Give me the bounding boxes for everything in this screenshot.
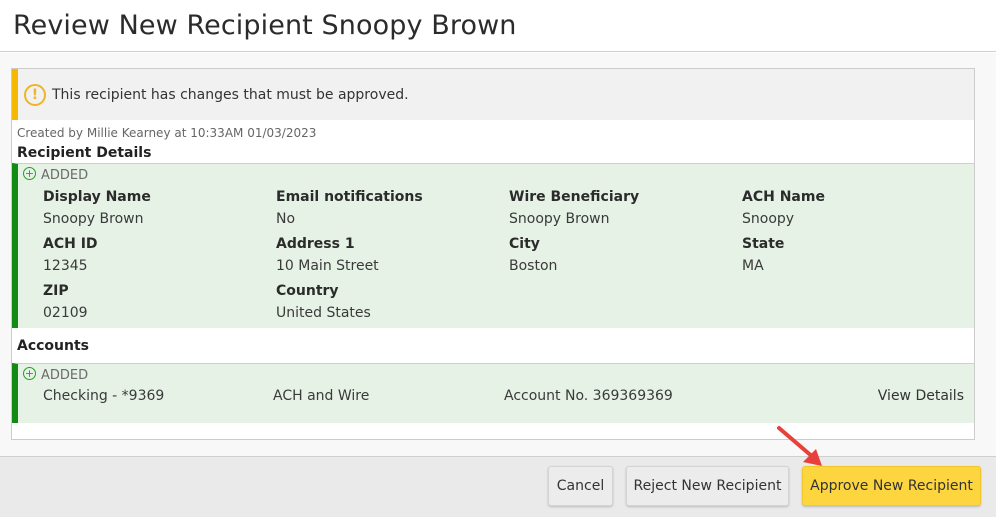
field-zip: ZIP 02109 [43,280,276,327]
field-display-name: Display Name Snoopy Brown [43,186,276,233]
accounts-title: Accounts [17,337,90,354]
account-row: Checking - *9369 ACH and Wire Account No… [18,386,974,410]
action-footer: Cancel Reject New Recipient Approve New … [0,456,996,517]
content-area: ! This recipient has changes that must b… [0,53,996,456]
recipient-details-block: + ADDED Display Name Snoopy Brown Email … [12,163,974,328]
field-value: No [276,211,296,227]
field-label: State [742,236,785,252]
page-title: Review New Recipient Snoopy Brown [13,10,517,41]
field-address-1: Address 1 10 Main Street [276,233,509,280]
field-label: Display Name [43,189,151,205]
account-item: + ADDED Checking - *9369 ACH and Wire Ac… [12,363,974,423]
account-number: Account No. 369369369 [504,388,673,404]
field-label: Country [276,283,339,299]
field-wire-beneficiary: Wire Beneficiary Snoopy Brown [509,186,742,233]
field-value: Snoopy Brown [509,211,610,227]
warning-icon: ! [24,83,46,106]
plus-circle-icon: + [23,166,36,180]
page-header: Review New Recipient Snoopy Brown [0,0,996,52]
field-ach-id: ACH ID 12345 [43,233,276,280]
details-grid: Display Name Snoopy Brown Email notifica… [18,186,974,327]
added-status: + ADDED [18,364,974,386]
field-city: City Boston [509,233,742,280]
field-label: ACH Name [742,189,825,205]
field-state: State MA [742,233,975,280]
field-value: 10 Main Street [276,258,379,274]
field-value: Snoopy [742,211,795,227]
field-value: 12345 [43,258,88,274]
review-panel: ! This recipient has changes that must b… [11,68,975,440]
field-value: United States [276,305,371,321]
field-label: ZIP [43,283,69,299]
recipient-details-title: Recipient Details [17,144,152,161]
field-value: Snoopy Brown [43,211,144,227]
field-label: Address 1 [276,236,355,252]
added-label: ADDED [41,367,89,383]
field-value: MA [742,258,764,274]
field-value: 02109 [43,305,88,321]
approve-recipient-button[interactable]: Approve New Recipient [802,466,981,506]
field-ach-name: ACH Name Snoopy [742,186,975,233]
field-label: Email notifications [276,189,423,205]
added-status: + ADDED [18,164,974,186]
plus-circle-icon: + [23,366,36,380]
reject-recipient-button[interactable]: Reject New Recipient [626,466,789,506]
field-email-notifications: Email notifications No [276,186,509,233]
field-country: Country United States [276,280,509,327]
field-label: City [509,236,540,252]
field-label: ACH ID [43,236,98,252]
field-label: Wire Beneficiary [509,189,640,205]
cancel-button[interactable]: Cancel [548,466,613,506]
added-label: ADDED [41,167,89,183]
account-type: ACH and Wire [273,388,370,404]
account-name: Checking - *9369 [43,388,165,404]
approval-alert: ! This recipient has changes that must b… [12,69,974,120]
view-details-link[interactable]: View Details [878,388,964,404]
field-value: Boston [509,258,558,274]
created-by-text: Created by Millie Kearney at 10:33AM 01/… [17,126,317,140]
alert-text: This recipient has changes that must be … [52,86,409,103]
